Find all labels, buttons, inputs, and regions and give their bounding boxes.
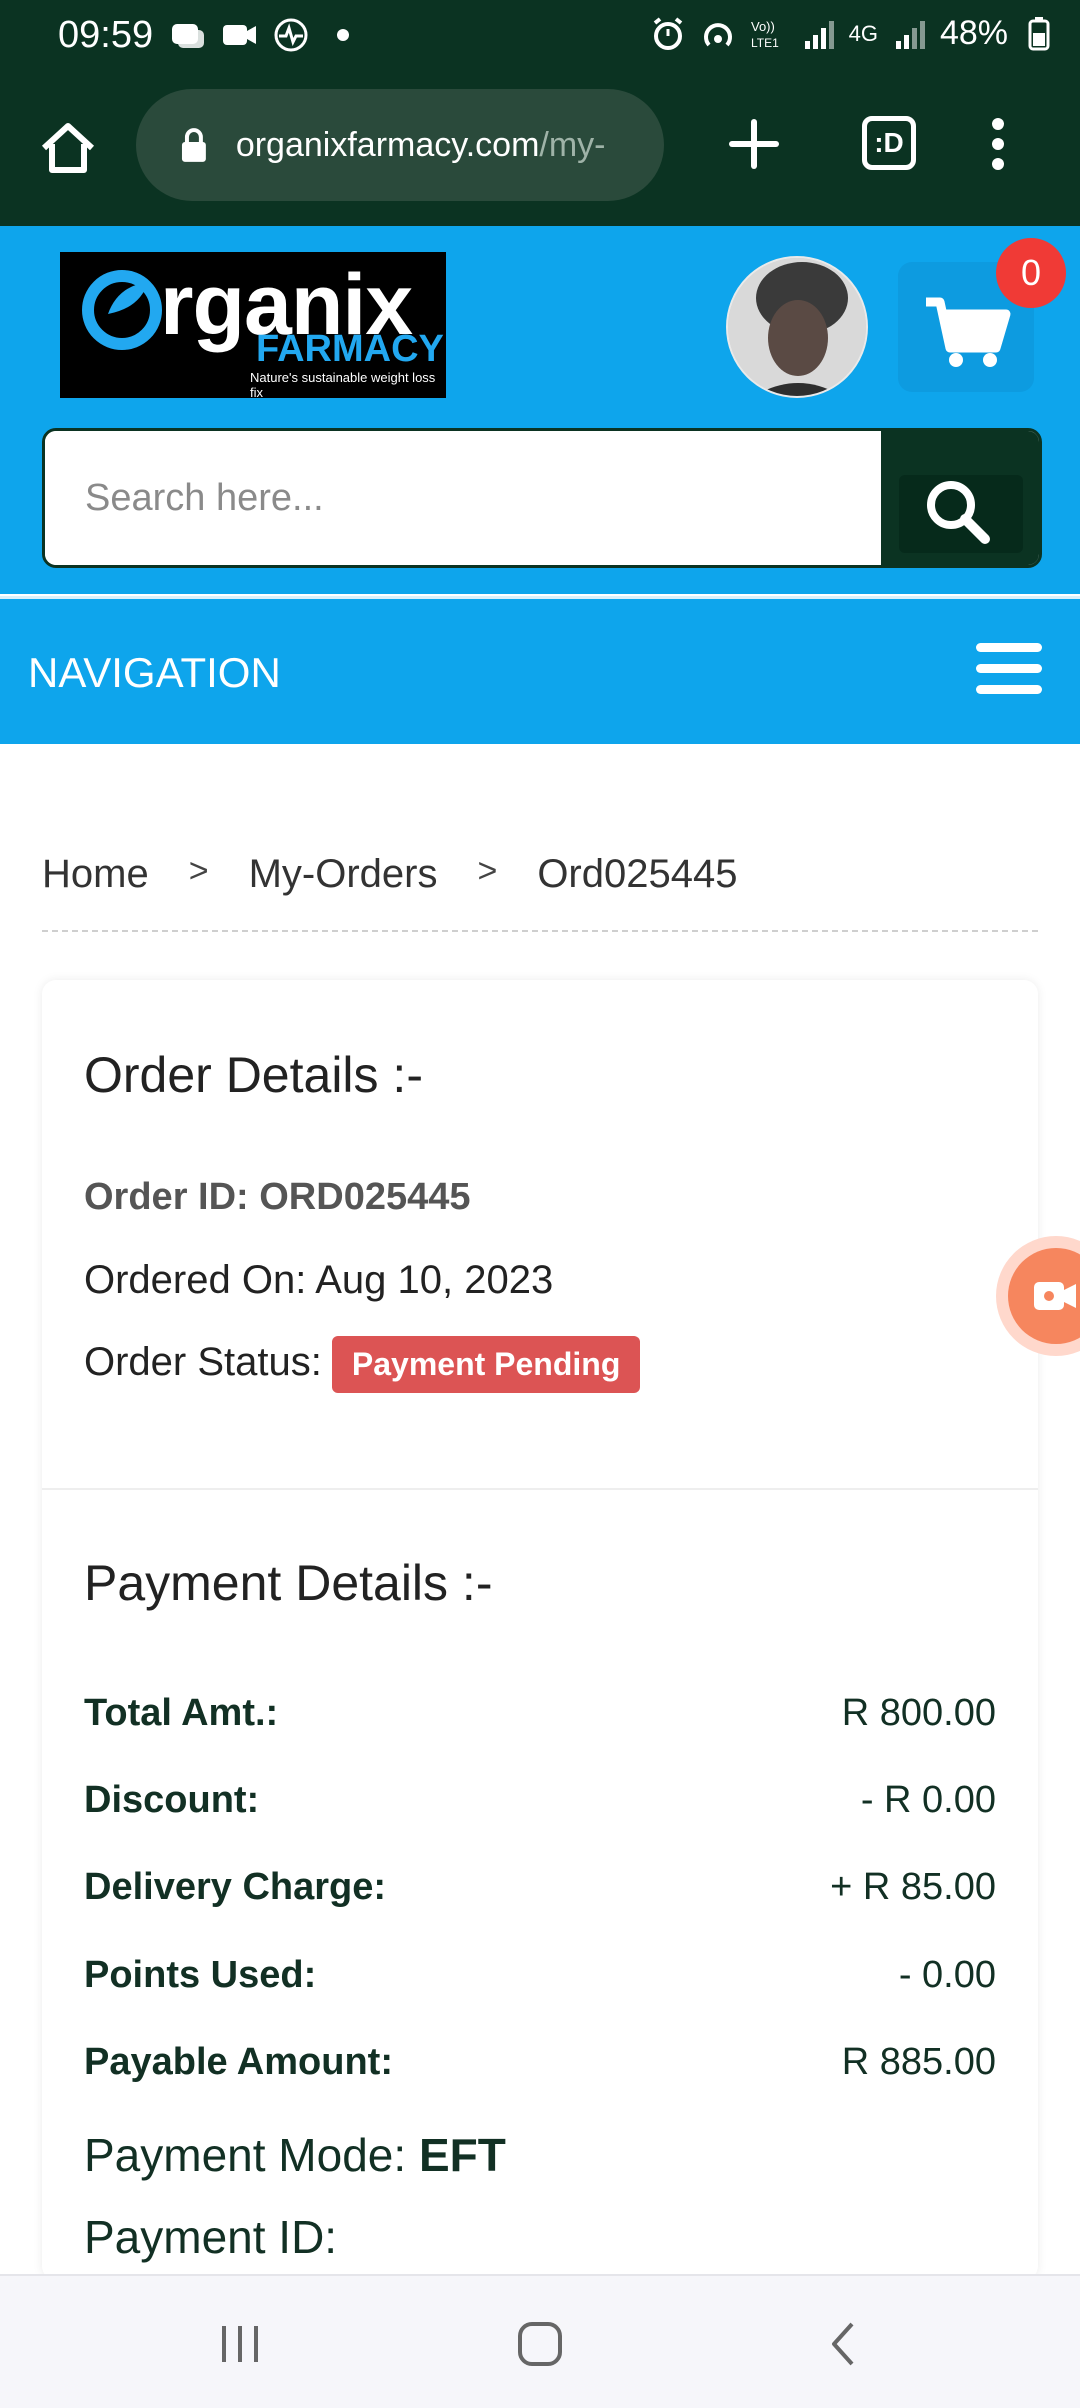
payment-id-label: Payment ID: <box>84 2211 338 2263</box>
activity-icon <box>274 18 308 52</box>
site-logo[interactable]: rganix FARMACY Nature's sustainable weig… <box>60 252 446 400</box>
network-type: 4G <box>848 20 878 46</box>
browser-toolbar: organixfarmacy.com/my- :D <box>0 72 1080 226</box>
order-card: Order Details :- Order ID: ORD025445 Ord… <box>42 980 1038 2280</box>
section-divider <box>42 1488 1038 1490</box>
alarm-icon <box>653 16 682 50</box>
home-icon[interactable] <box>36 116 100 180</box>
navigation-bar: NAVIGATION <box>0 596 1080 744</box>
status-left-icons <box>168 16 362 54</box>
breadcrumb-my-orders[interactable]: My-Orders <box>249 852 438 897</box>
lock-icon <box>181 128 206 162</box>
payment-value: - R 0.00 <box>860 1779 996 1821</box>
signal-icon <box>895 20 925 49</box>
breadcrumb-separator: > <box>188 852 209 890</box>
battery-icon <box>1028 16 1050 50</box>
breadcrumb-home[interactable]: Home <box>42 852 149 897</box>
payment-label: Delivery Charge: <box>84 1866 387 1908</box>
payment-mode: Payment Mode: EFT <box>84 2128 506 2182</box>
payment-row-points: Points Used: - 0.00 <box>84 1954 996 1997</box>
order-details-title: Order Details :- <box>84 1047 423 1103</box>
payment-label: Discount: <box>84 1779 260 1821</box>
payment-value: - 0.00 <box>898 1954 996 1996</box>
record-video-icon <box>1034 1282 1076 1310</box>
ordered-on: Ordered On: Aug 10, 2023 <box>84 1258 554 1302</box>
breadcrumb-separator: > <box>477 852 498 890</box>
order-status-label: Order Status: <box>84 1340 322 1385</box>
payment-details-title: Payment Details :- <box>84 1555 493 1611</box>
more-vert-icon[interactable] <box>978 112 1018 176</box>
payment-mode-value: EFT <box>418 2129 506 2181</box>
order-id: Order ID: ORD025445 <box>84 1176 471 1218</box>
search-bar <box>42 428 1042 568</box>
url-path: /my- <box>539 125 606 164</box>
payment-value: R 800.00 <box>841 1692 996 1734</box>
payment-row-total: Total Amt.: R 800.00 <box>84 1692 996 1735</box>
breadcrumb-current-order: Ord025445 <box>537 852 738 896</box>
order-status-row: Order Status: Payment Pending <box>84 1336 641 1393</box>
screen-recorder-button[interactable] <box>996 1236 1080 1356</box>
search-button[interactable] <box>881 431 1039 565</box>
payment-value: R 885.00 <box>841 2041 996 2083</box>
payment-value: + R 85.00 <box>830 1866 996 1908</box>
logo-sub-text: FARMACY <box>256 328 444 370</box>
search-input[interactable] <box>45 431 881 565</box>
payment-label: Total Amt.: <box>84 1692 279 1734</box>
video-icon <box>223 25 256 45</box>
navigation-title: NAVIGATION <box>28 649 281 696</box>
avatar[interactable] <box>726 256 868 398</box>
tab-switcher-button[interactable]: :D <box>862 116 916 170</box>
url-text: organixfarmacy.com/my- <box>236 126 664 165</box>
user-photo <box>728 258 866 396</box>
dot-icon <box>337 29 349 41</box>
breadcrumb: Home > My-Orders > Ord025445 <box>42 852 1038 932</box>
search-icon <box>927 481 990 544</box>
hamburger-menu-icon[interactable] <box>976 643 1042 695</box>
payment-label: Points Used: <box>84 1954 317 1996</box>
home-button-icon[interactable] <box>510 2314 570 2374</box>
status-right-icons: Vo)) LTE1 4G 48% <box>649 14 1058 53</box>
cart-count-badge: 0 <box>996 238 1066 308</box>
status-bar: 09:59 Vo)) LTE1 4G 48% <box>0 0 1080 72</box>
status-time: 09:59 <box>58 14 154 56</box>
url-domain: organixfarmacy.com <box>235 125 540 164</box>
new-tab-icon[interactable] <box>722 112 786 176</box>
status-badge: Payment Pending <box>331 1336 641 1393</box>
chat-bubble-icon <box>172 24 204 48</box>
site-header: rganix FARMACY Nature's sustainable weig… <box>0 226 1080 594</box>
svg-text:LTE1: LTE1 <box>751 36 779 50</box>
payment-row-delivery: Delivery Charge: + R 85.00 <box>84 1866 996 1909</box>
signal-icon <box>804 20 834 49</box>
volte-icon: Vo)) LTE1 <box>751 19 779 50</box>
payment-mode-label: Payment Mode: <box>84 2129 407 2181</box>
battery-percent: 48% <box>939 14 1008 52</box>
system-navigation-bar <box>0 2274 1080 2408</box>
payment-row-payable: Payable Amount: R 885.00 <box>84 2041 996 2084</box>
back-icon[interactable] <box>814 2314 874 2374</box>
payment-label: Payable Amount: <box>84 2041 393 2083</box>
address-bar[interactable]: organixfarmacy.com/my- <box>136 89 664 201</box>
logo-tagline: Nature's sustainable weight loss fix <box>250 370 436 400</box>
payment-row-discount: Discount: - R 0.00 <box>84 1779 996 1822</box>
screen-recorder-inner <box>1008 1248 1080 1344</box>
recent-apps-icon[interactable] <box>210 2314 270 2374</box>
leaf-o-logo-icon <box>82 270 162 350</box>
svg-text:Vo)): Vo)) <box>751 19 775 34</box>
hotspot-icon <box>703 22 732 46</box>
